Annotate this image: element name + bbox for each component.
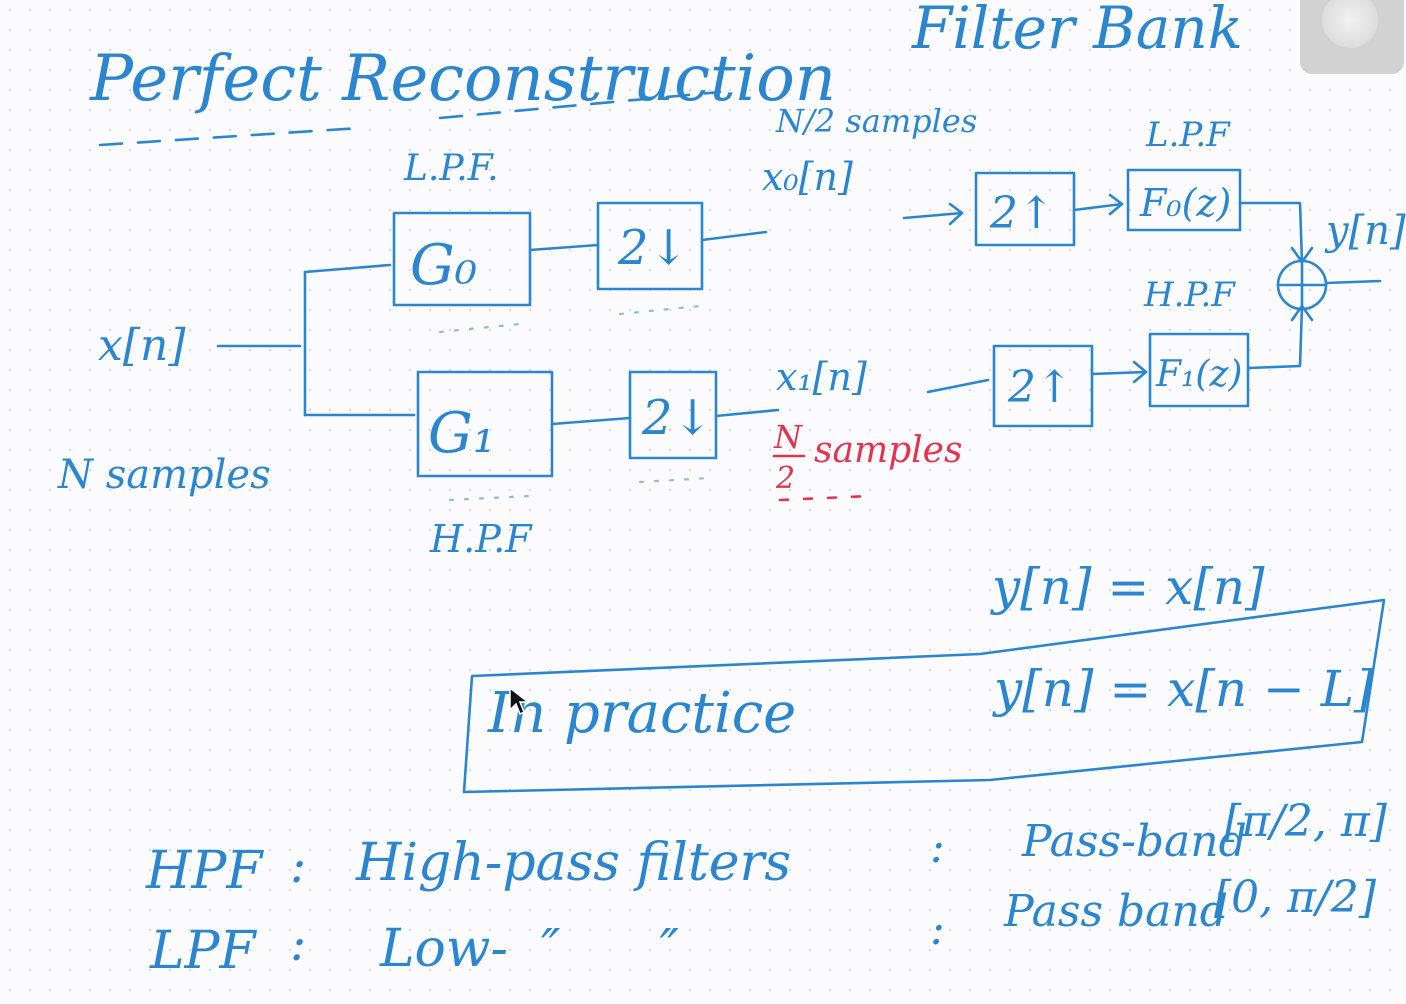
note-hpf-sep: : [290, 838, 306, 894]
down-upper-out-wire [700, 230, 768, 242]
note-lpf-sep2: : [930, 904, 945, 955]
g0-type-label: L.P.F. [403, 148, 499, 189]
lower-samples-word: samples [814, 430, 962, 471]
up-to-f1-wire [1090, 370, 1148, 376]
g1-type-label: H.P.F [429, 517, 533, 561]
x1-signal-label: x₁[n] [776, 355, 867, 399]
note-lpf-desc: Low- ″ ″ [379, 919, 680, 979]
down-sampler-lower-label: 2↓ [641, 390, 713, 446]
g1-filter-label: G₁ [428, 401, 495, 466]
title-filter-bank: Filter Bank [911, 0, 1243, 62]
title-underline-1 [98, 126, 362, 147]
title-perfect-reconstruction: Perfect Reconstruction [89, 42, 836, 116]
down-sampler-upper-label: 2↓ [617, 220, 689, 276]
input-samples-label: N samples [57, 452, 271, 498]
wire-to-g0 [303, 263, 392, 274]
note-hpf-abbr: HPF [145, 841, 264, 901]
down-lower-out-wire [714, 408, 780, 418]
up-lower-in-wire [926, 378, 990, 394]
f1-filter-label: F₁(z) [1155, 354, 1242, 395]
up-sampler-upper-label: 2↑ [989, 188, 1055, 239]
g0-to-down-wire [528, 243, 600, 252]
up-upper-in-wire [902, 211, 964, 220]
note-hpf-sep2: : [930, 822, 945, 873]
in-practice-label: In practice [487, 681, 796, 746]
g1-underline-dots [448, 494, 532, 502]
note-lpf-band: [0, π/2] [1214, 872, 1377, 923]
f0-to-sum-wire [1238, 201, 1304, 264]
output-signal-label: y[n] [1324, 208, 1406, 254]
x0-signal-label: x₀[n] [762, 155, 853, 199]
f0-filter-label: F₀(z) [1139, 181, 1231, 225]
output-wire [1324, 279, 1382, 285]
ideal-equation: y[n] = x[n] [990, 558, 1265, 616]
down-lower-underline-dots [638, 476, 712, 484]
note-hpf-desc: High-pass filters [355, 833, 791, 893]
g0-filter-label: G₀ [410, 233, 477, 298]
lower-samples-numerator: N [773, 418, 803, 456]
note-lpf-abbr: LPF [149, 921, 258, 981]
input-signal-label: x[n] [98, 320, 186, 371]
note-hpf-band-label: Pass-band [1021, 816, 1247, 867]
red-underline-dashes [778, 494, 872, 502]
f0-type-label: L.P.F [1145, 115, 1231, 155]
upper-samples-label: N/2 samples [775, 102, 977, 140]
down-upper-underline-dots [618, 304, 702, 316]
g0-underline-dots [438, 322, 522, 334]
scroll-thumb[interactable] [1300, 0, 1404, 74]
note-lpf-sep: : [290, 916, 306, 972]
note-lpf-band-label: Pass band [1003, 886, 1228, 937]
mouse-pointer-icon [509, 686, 530, 716]
g1-to-down-wire [550, 416, 632, 426]
up-sampler-lower-label: 2↑ [1007, 362, 1073, 413]
whiteboard-canvas[interactable]: Perfect Reconstruction Filter Bank x[n] … [0, 0, 1406, 1004]
lower-samples-denominator: 2 [775, 461, 795, 496]
practice-equation: y[n] = x[n − L] [992, 660, 1374, 718]
note-hpf-band: [π/2, π] [1224, 796, 1388, 847]
f1-type-label: H.P.F [1143, 275, 1236, 315]
